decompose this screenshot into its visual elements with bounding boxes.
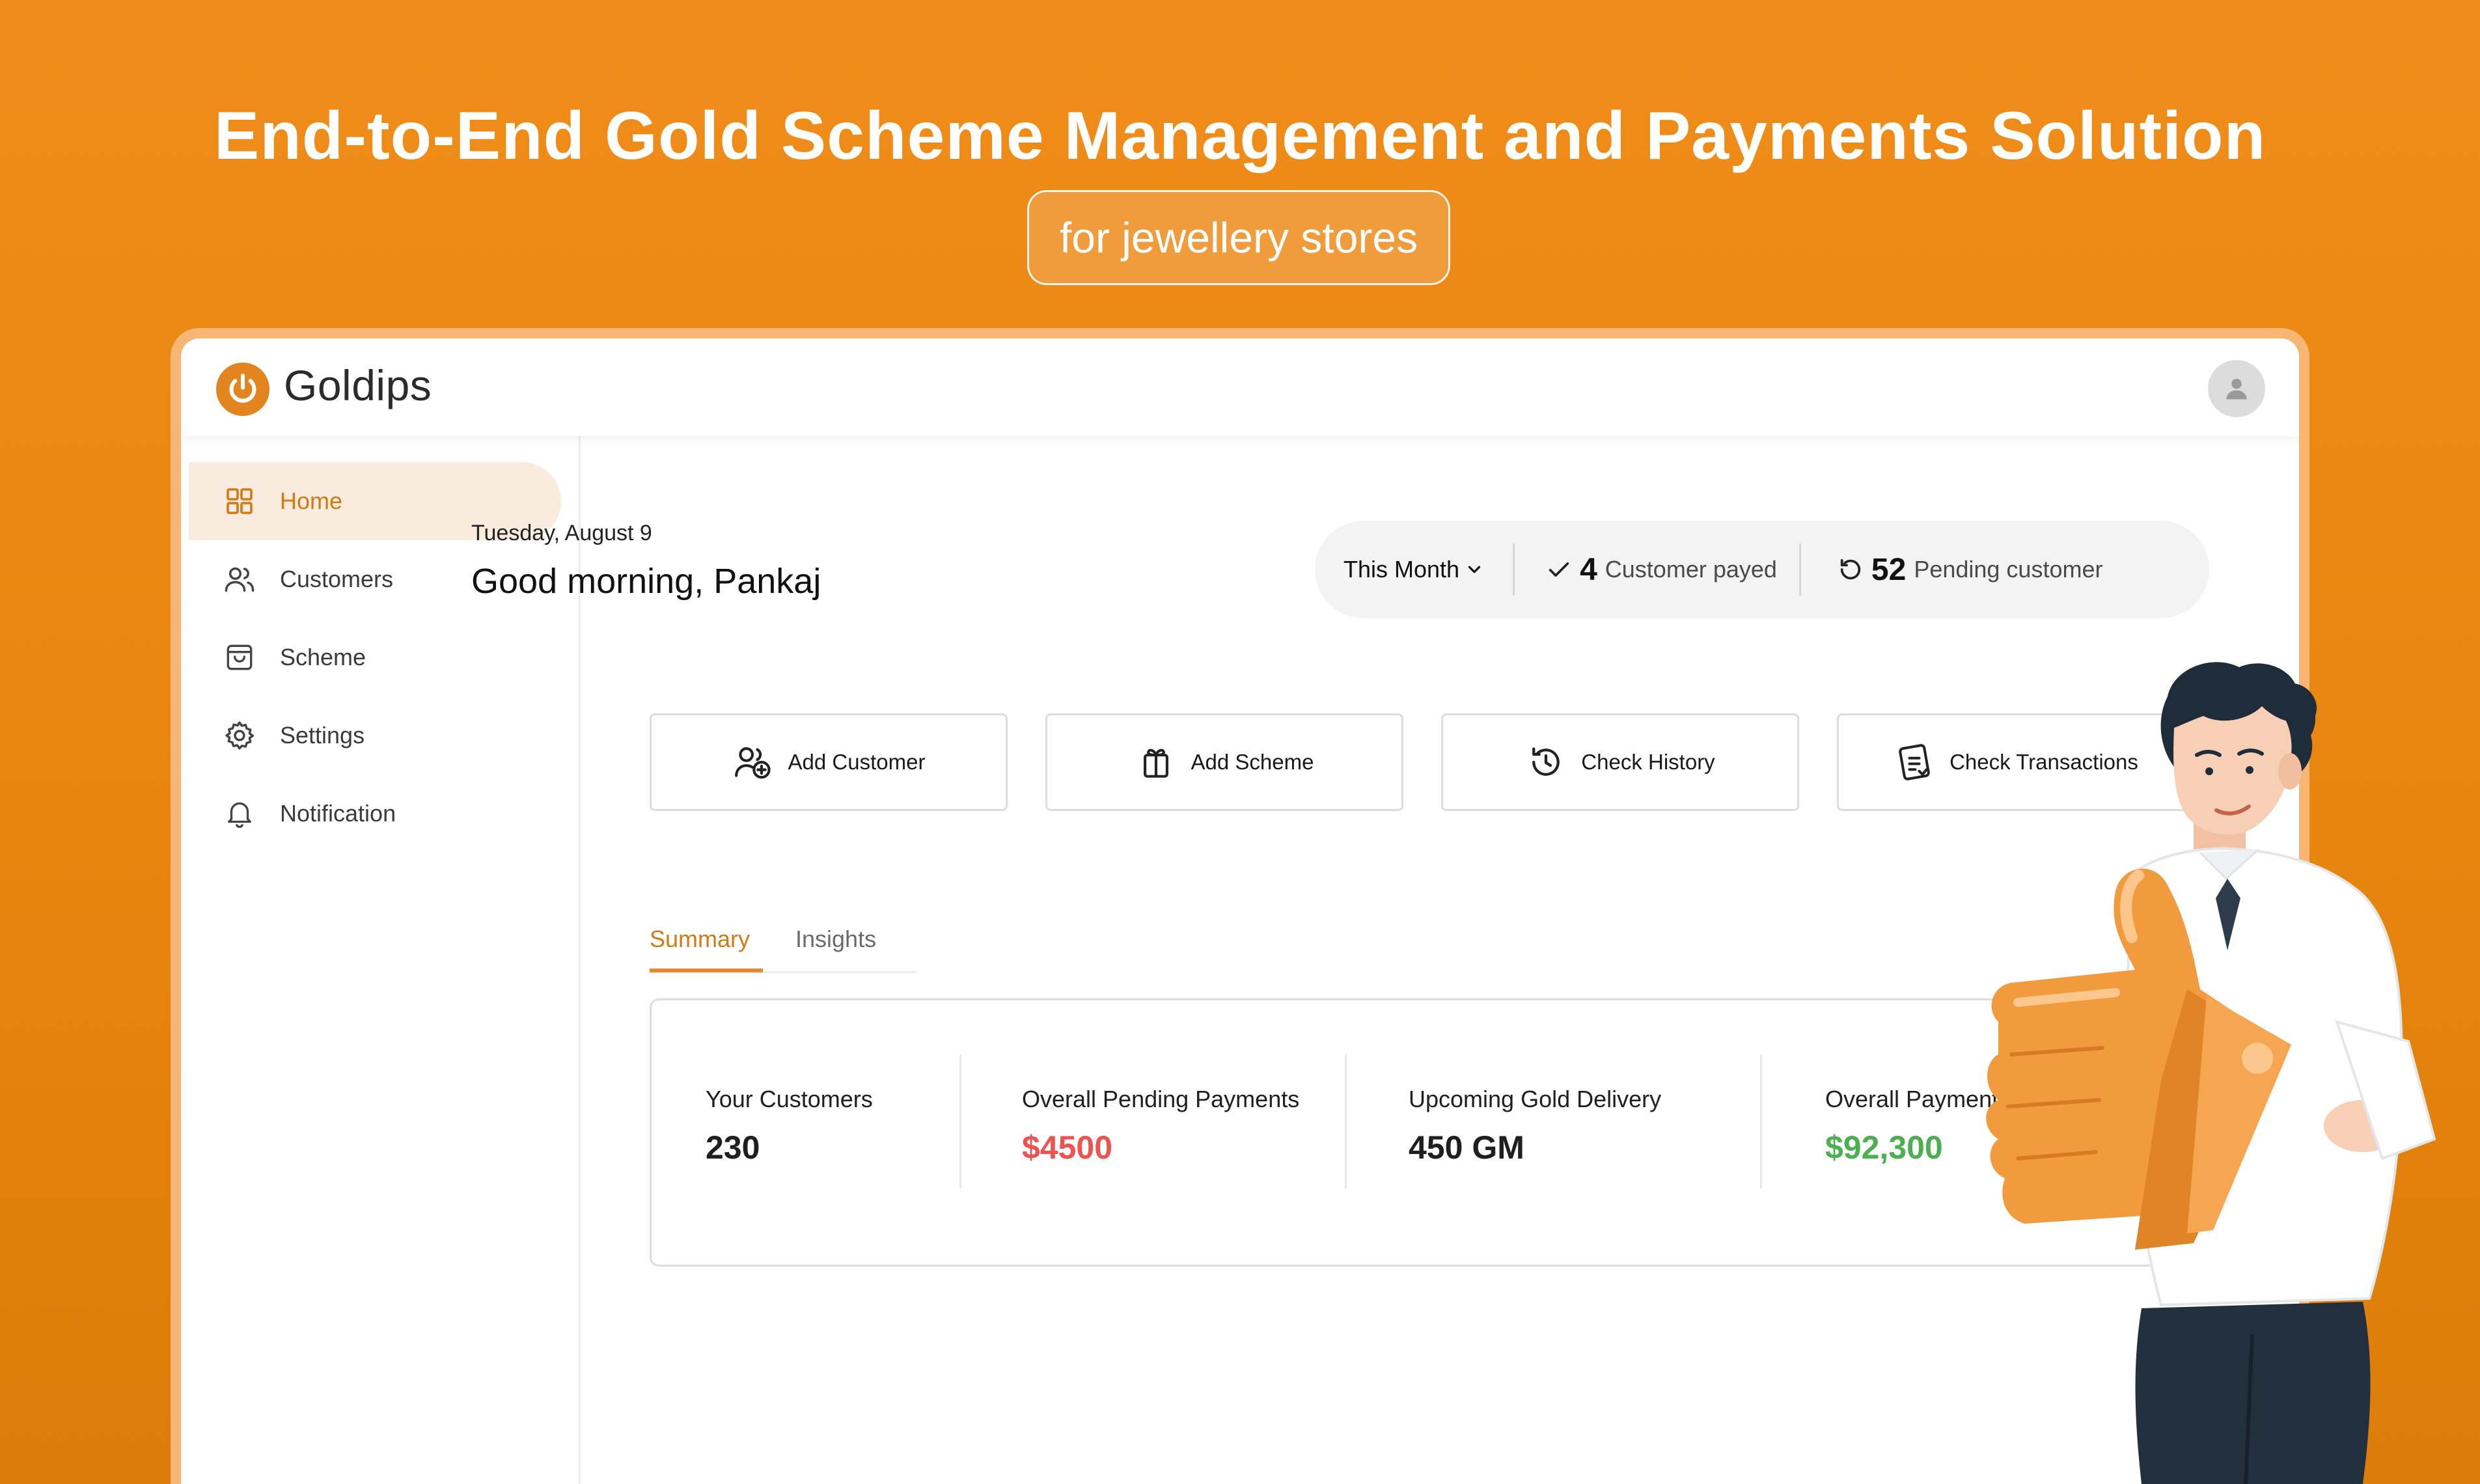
chevron-down-icon bbox=[1468, 566, 1481, 573]
metric-value-pending: $4500 bbox=[1022, 1129, 1113, 1166]
pending-stat: 52 Pending customer bbox=[1801, 521, 2103, 618]
tab-active-indicator bbox=[650, 969, 763, 972]
metric-divider bbox=[1345, 1054, 1347, 1189]
check-icon bbox=[1549, 562, 1569, 577]
payed-count: 4 bbox=[1580, 552, 1597, 587]
hero-subtitle: for jewellery stores bbox=[1059, 213, 1418, 262]
sidebar-item-label: Notification bbox=[280, 800, 396, 827]
pending-count: 52 bbox=[1871, 552, 1907, 587]
add-user-icon bbox=[732, 741, 774, 783]
sidebar-item-label: Customers bbox=[280, 566, 394, 592]
sidebar-item-label: Home bbox=[280, 488, 343, 514]
payed-label: Customer payed bbox=[1605, 556, 1777, 583]
greeting: Good morning, Pankaj bbox=[471, 562, 821, 601]
action-label: Check History bbox=[1581, 750, 1715, 774]
metric-value-customers: 230 bbox=[706, 1129, 760, 1166]
brand-name[interactable]: Goldips bbox=[284, 361, 432, 410]
transactions-icon bbox=[1894, 741, 1935, 783]
sidebar-item-notification[interactable]: Notification bbox=[189, 775, 561, 853]
metric-label-customers: Your Customers bbox=[706, 1086, 873, 1112]
power-icon[interactable] bbox=[216, 363, 269, 416]
refresh-icon bbox=[1840, 559, 1861, 580]
users-icon bbox=[221, 561, 258, 598]
bell-icon bbox=[221, 795, 258, 832]
metric-value-received: $92,300 bbox=[1825, 1129, 1943, 1166]
history-icon bbox=[1525, 741, 1567, 783]
add-customer-button[interactable]: Add Customer bbox=[650, 713, 1008, 811]
tab-summary[interactable]: Summary bbox=[650, 926, 750, 953]
sidebar-item-settings[interactable]: Settings bbox=[189, 696, 561, 775]
grid-icon bbox=[221, 483, 258, 519]
pending-label: Pending customer bbox=[1914, 556, 2103, 583]
metric-value-delivery: 450 GM bbox=[1409, 1129, 1524, 1166]
top-bar: Goldips bbox=[181, 338, 2299, 436]
hero-title: End-to-End Gold Scheme Management and Pa… bbox=[214, 98, 2266, 174]
gift-icon bbox=[1135, 741, 1177, 783]
hero-subtitle-pill: for jewellery stores bbox=[1027, 190, 1450, 285]
metric-divider bbox=[959, 1054, 961, 1189]
period-label: This Month bbox=[1343, 556, 1460, 583]
gear-icon bbox=[221, 717, 258, 754]
bag-icon bbox=[221, 639, 258, 676]
tab-insights[interactable]: Insights bbox=[795, 926, 876, 953]
sidebar-item-scheme[interactable]: Scheme bbox=[189, 618, 561, 696]
sidebar-item-label: Settings bbox=[280, 722, 365, 749]
thumbs-up-man-illustration bbox=[1986, 662, 2436, 1484]
current-date: Tuesday, August 9 bbox=[471, 521, 652, 545]
action-label: Add Customer bbox=[788, 750, 926, 774]
stats-bar: This Month 4 Customer payed 52 Pending c… bbox=[1315, 521, 2209, 618]
metric-label-pending: Overall Pending Payments bbox=[1022, 1086, 1300, 1112]
avatar[interactable] bbox=[2208, 360, 2265, 417]
metric-label-delivery: Upcoming Gold Delivery bbox=[1409, 1086, 1662, 1112]
payed-stat: 4 Customer payed bbox=[1515, 521, 1799, 618]
period-dropdown[interactable]: This Month bbox=[1315, 521, 1513, 618]
check-history-button[interactable]: Check History bbox=[1441, 713, 1799, 811]
sidebar-item-label: Scheme bbox=[280, 644, 366, 670]
add-scheme-button[interactable]: Add Scheme bbox=[1045, 713, 1403, 811]
user-icon bbox=[2226, 378, 2247, 400]
metric-divider bbox=[1760, 1054, 1762, 1189]
action-label: Add Scheme bbox=[1191, 750, 1314, 774]
